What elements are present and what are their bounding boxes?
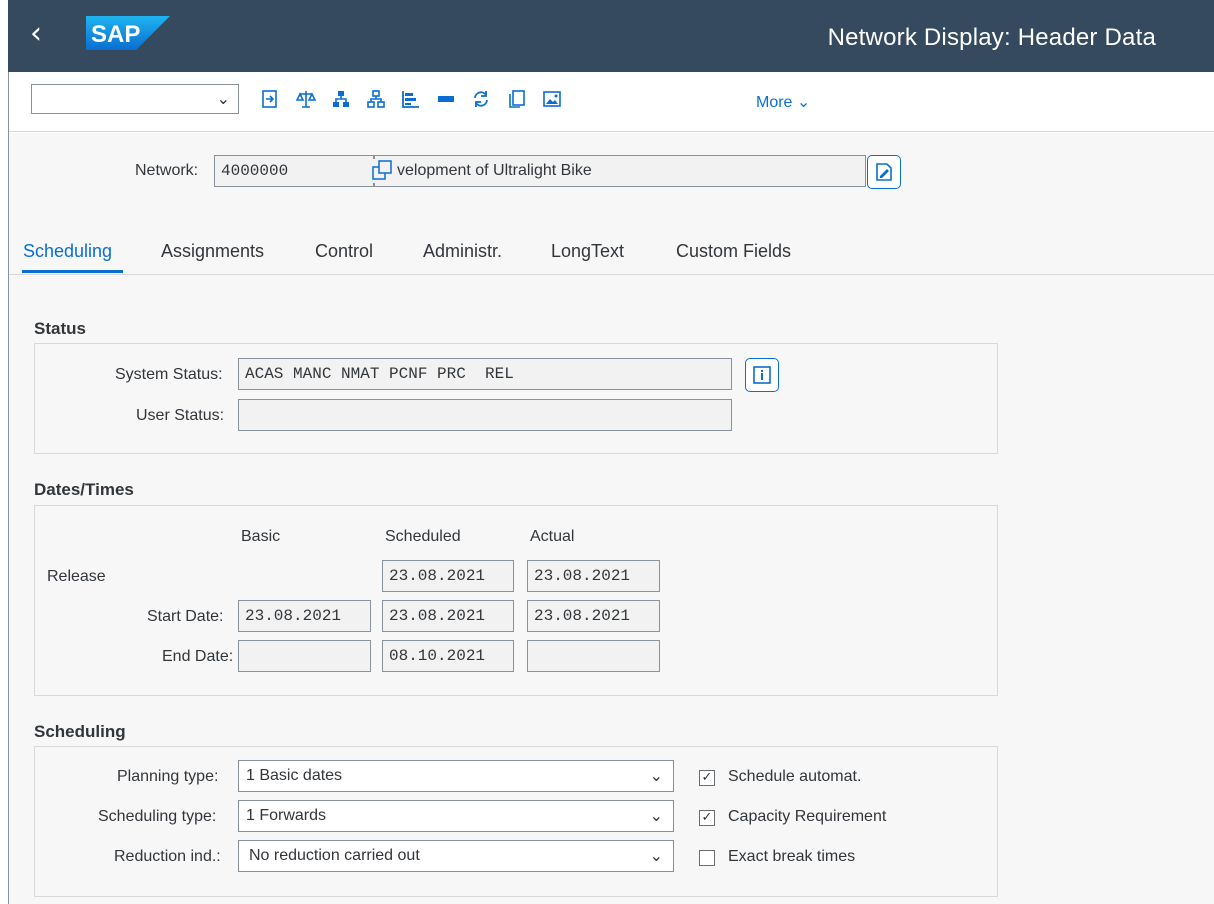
capacity-requirement-checkbox[interactable]: ✓ <box>699 810 715 826</box>
dates-group <box>34 505 998 696</box>
start-scheduled-field[interactable]: 23.08.2021 <box>382 600 514 632</box>
main-content: Network: 4000000 velopment of Ultralight… <box>9 133 1214 904</box>
user-status-label: User Status: <box>136 407 225 424</box>
system-status-field[interactable]: ACAS MANC NMAT PCNF PRC REL <box>238 358 732 390</box>
chevron-down-icon: ⌄ <box>649 766 663 785</box>
exact-break-times-label: Exact break times <box>728 848 856 865</box>
edit-icon <box>876 163 892 181</box>
active-tab-indicator <box>22 270 123 273</box>
tab-control[interactable]: Control <box>315 241 373 262</box>
svg-text:SAP: SAP <box>91 21 140 48</box>
planning-type-value: 1 Basic dates <box>246 767 343 784</box>
reduction-value: No reduction carried out <box>249 847 420 864</box>
edit-text-button[interactable] <box>867 155 901 189</box>
balance-icon[interactable] <box>295 88 317 110</box>
reduction-label: Reduction ind.: <box>114 848 221 865</box>
minus-bar-icon[interactable] <box>435 88 457 110</box>
gantt-icon[interactable] <box>400 88 422 110</box>
chevron-down-icon: ⌄ <box>216 91 230 108</box>
export-icon[interactable] <box>259 88 281 110</box>
network-number-field[interactable]: 4000000 <box>214 155 374 187</box>
sap-logo: SAP <box>86 16 170 50</box>
start-actual-field[interactable]: 23.08.2021 <box>527 600 660 632</box>
network-structure-icon[interactable] <box>365 88 387 110</box>
release-actual-field[interactable]: 23.08.2021 <box>527 560 660 592</box>
back-icon[interactable]: ‹ <box>30 19 60 50</box>
copy-icon[interactable] <box>506 88 528 110</box>
start-date-label: Start Date: <box>147 608 224 625</box>
chevron-down-icon: ⌄ <box>649 846 663 865</box>
page-title: Network Display: Header Data <box>827 24 1156 51</box>
f4-help-icon[interactable] <box>371 159 393 183</box>
hierarchy-icon[interactable] <box>330 88 352 110</box>
tab-custom-fields[interactable]: Custom Fields <box>676 241 791 262</box>
schedule-automat-label: Schedule automat. <box>728 768 862 785</box>
image-icon[interactable] <box>541 88 563 110</box>
chevron-down-icon: ⌄ <box>796 92 811 111</box>
start-basic-field[interactable]: 23.08.2021 <box>238 600 371 632</box>
end-date-label: End Date: <box>162 648 234 665</box>
col-scheduled-label: Scheduled <box>385 528 461 545</box>
end-actual-field[interactable] <box>527 640 660 672</box>
capacity-requirement-label: Capacity Requirement <box>728 808 887 825</box>
shell-bar: ‹ SAP Network Display: Header Data <box>8 0 1214 72</box>
scheduling-type-label: Scheduling type: <box>98 808 217 825</box>
planning-type-label: Planning type: <box>117 768 219 785</box>
dates-section-title: Dates/Times <box>34 480 134 499</box>
status-section-title: Status <box>34 319 86 338</box>
more-button[interactable]: More ⌄ <box>756 92 810 112</box>
tab-scheduling[interactable]: Scheduling <box>23 241 112 262</box>
col-basic-label: Basic <box>241 528 281 545</box>
tab-administr[interactable]: Administr. <box>423 241 502 262</box>
tab-strip: Scheduling Assignments Control Administr… <box>9 229 1214 275</box>
tab-longtext[interactable]: LongText <box>551 241 624 262</box>
release-scheduled-field[interactable]: 23.08.2021 <box>382 560 514 592</box>
reduction-select[interactable]: No reduction carried out ⌄ <box>238 840 674 872</box>
chevron-down-icon: ⌄ <box>649 806 663 825</box>
planning-type-select[interactable]: 1 Basic dates ⌄ <box>238 760 674 792</box>
tab-assignments[interactable]: Assignments <box>161 241 264 262</box>
system-status-label: System Status: <box>115 366 223 383</box>
info-icon <box>753 366 771 384</box>
scheduling-section-title: Scheduling <box>34 722 126 741</box>
user-status-field[interactable] <box>238 399 732 431</box>
network-description-field[interactable]: velopment of Ultralight Bike <box>374 155 866 187</box>
exact-break-times-checkbox[interactable] <box>699 850 715 866</box>
release-label: Release <box>47 568 106 585</box>
end-basic-field[interactable] <box>238 640 371 672</box>
toolbar: ⌄ More ⌄ <box>9 72 1214 132</box>
status-info-button[interactable] <box>745 358 779 392</box>
network-label: Network: <box>135 162 199 179</box>
scheduling-type-select[interactable]: 1 Forwards ⌄ <box>238 800 674 832</box>
command-field[interactable]: ⌄ <box>31 84 239 114</box>
end-scheduled-field[interactable]: 08.10.2021 <box>382 640 514 672</box>
col-actual-label: Actual <box>530 528 575 545</box>
refresh-icon[interactable] <box>470 88 492 110</box>
more-label: More <box>756 94 793 111</box>
scheduling-type-value: 1 Forwards <box>246 807 327 824</box>
schedule-automat-checkbox[interactable]: ✓ <box>699 770 715 786</box>
